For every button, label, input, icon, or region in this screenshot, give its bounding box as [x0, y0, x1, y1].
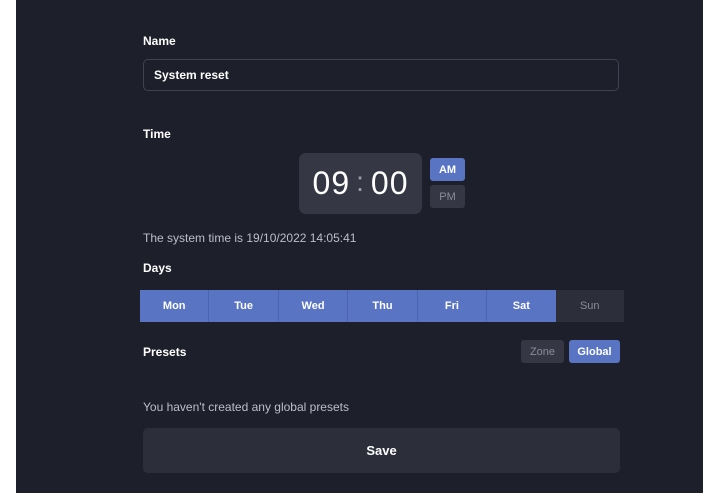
day-fri-button[interactable]: Fri — [417, 290, 488, 322]
presets-label: Presets — [143, 345, 187, 359]
day-sat-button[interactable]: Sat — [487, 290, 556, 322]
system-time-text: The system time is 19/10/2022 14:05:41 — [143, 231, 357, 245]
minutes-value[interactable]: 00 — [371, 165, 409, 202]
empty-presets-message: You haven't created any global presets — [143, 400, 349, 414]
day-mon-button[interactable]: Mon — [140, 290, 210, 322]
pm-button[interactable]: PM — [430, 185, 465, 208]
name-field[interactable]: System reset — [143, 59, 619, 91]
hours-value[interactable]: 09 — [313, 165, 351, 202]
schedule-panel: Name System reset Time 09 : 00 AM PM The… — [16, 0, 703, 493]
preset-zone-tab[interactable]: Zone — [521, 340, 564, 363]
preset-global-tab[interactable]: Global — [569, 340, 620, 363]
day-sun-button[interactable]: Sun — [555, 290, 624, 322]
days-label: Days — [143, 261, 172, 275]
save-button[interactable]: Save — [143, 428, 620, 473]
day-selector: Mon Tue Wed Thu Fri Sat Sun — [140, 290, 624, 322]
time-separator: : — [356, 165, 365, 197]
day-thu-button[interactable]: Thu — [348, 290, 418, 322]
day-wed-button[interactable]: Wed — [278, 290, 349, 322]
day-tue-button[interactable]: Tue — [209, 290, 279, 322]
name-label: Name — [143, 34, 176, 48]
time-display[interactable]: 09 : 00 — [299, 153, 422, 214]
am-button[interactable]: AM — [430, 158, 465, 181]
time-label: Time — [143, 127, 171, 141]
